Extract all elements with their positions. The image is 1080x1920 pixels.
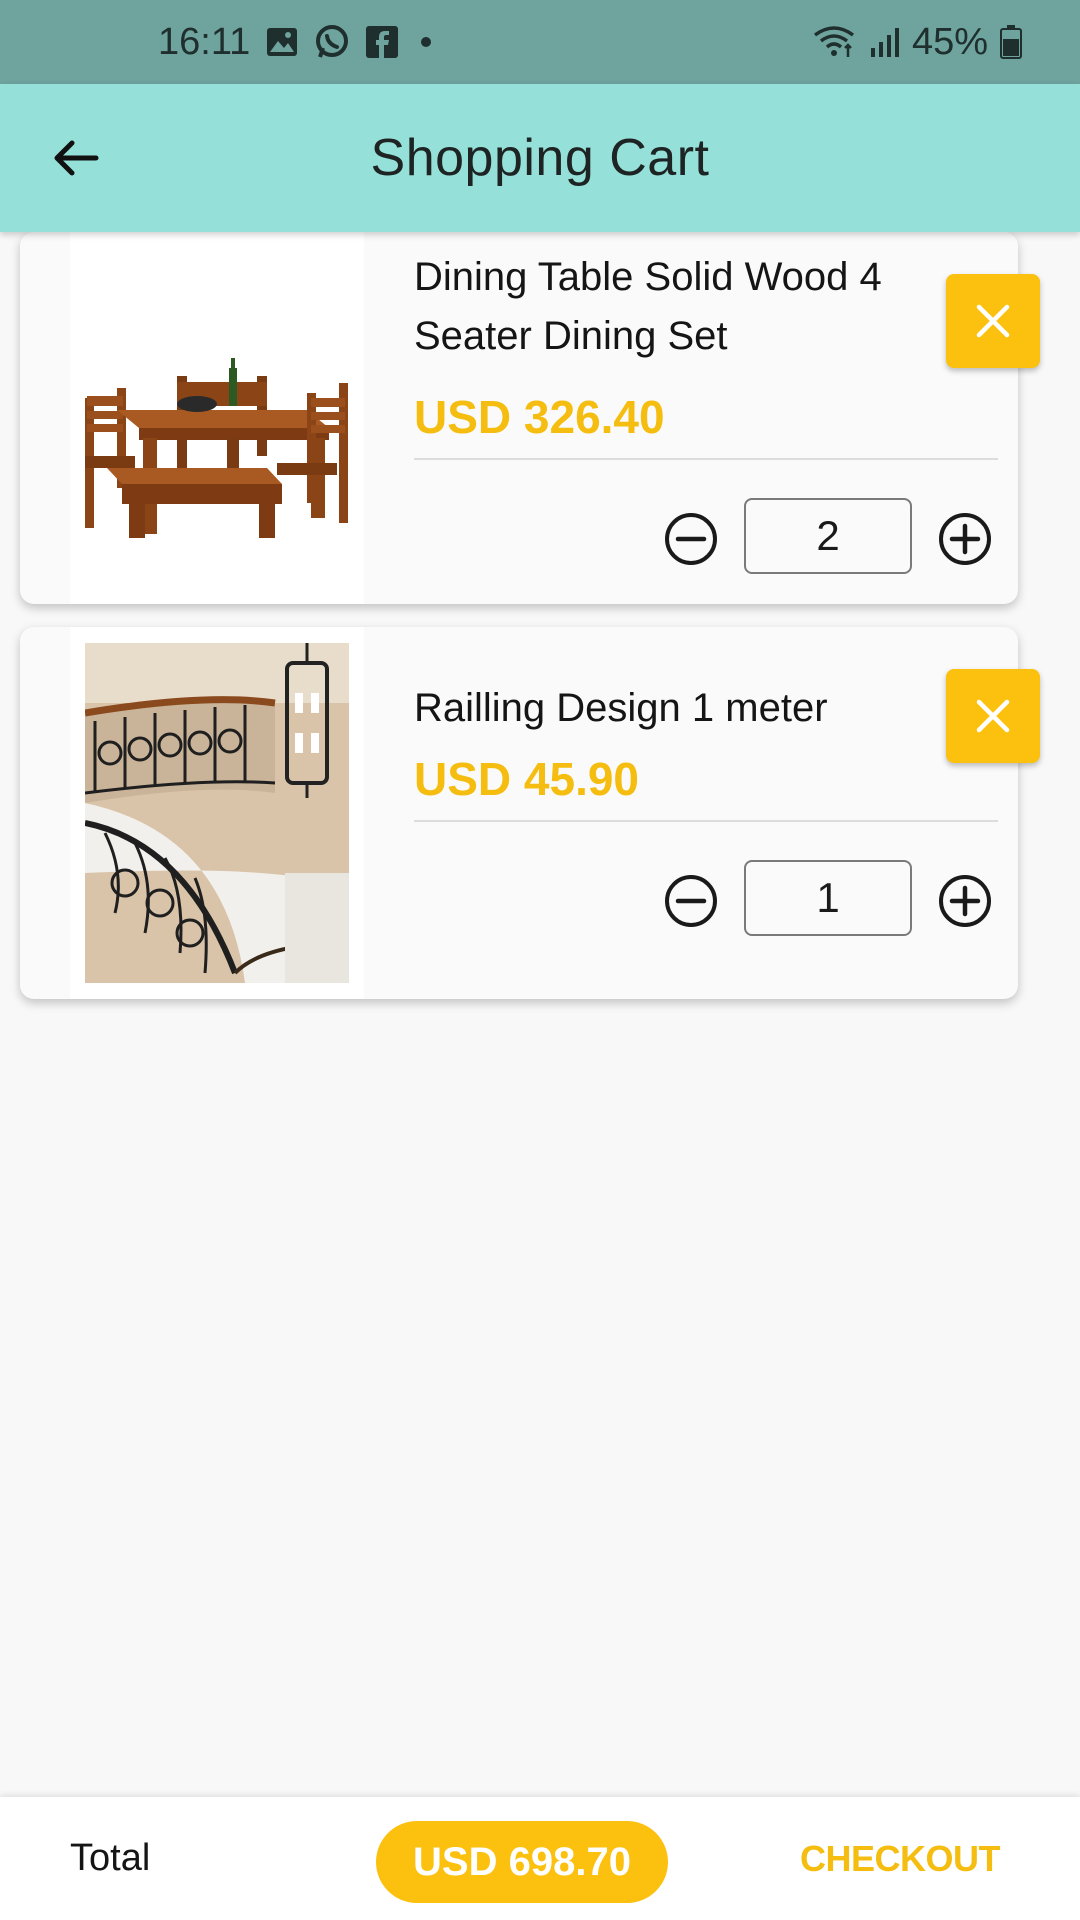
close-icon [976, 304, 1010, 338]
checkout-bar: Total USD 698.70 CHECKOUT [0, 1797, 1080, 1920]
quantity-input[interactable]: 2 [744, 498, 912, 574]
checkout-button[interactable]: CHECKOUT [790, 1797, 1010, 1920]
product-name: Dining Table Solid Wood 4 Seater Dining … [414, 255, 882, 358]
product-name: Railling Design 1 meter [414, 686, 828, 730]
dining-set-illustration [85, 358, 348, 538]
divider [414, 458, 998, 460]
decrease-quantity-button[interactable] [664, 512, 718, 566]
railing-illustration [85, 643, 349, 983]
divider [414, 820, 998, 822]
whatsapp-icon [314, 24, 350, 60]
remove-item-button[interactable] [946, 274, 1040, 368]
plus-circle-icon [939, 875, 991, 927]
status-bar: 16:11 45% [0, 0, 1080, 84]
plus-circle-icon [939, 513, 991, 565]
quantity-stepper: 1 [640, 860, 1000, 940]
product-price: USD 326.40 [414, 391, 665, 443]
status-left: 16:11 [158, 0, 438, 84]
cart-item: Dining Table Solid Wood 4 Seater Dining … [20, 232, 1018, 604]
wifi-icon [812, 25, 858, 59]
facebook-icon [366, 26, 399, 58]
signal-icon [870, 26, 900, 58]
total-amount-badge: USD 698.70 [376, 1821, 668, 1903]
quantity-stepper: 2 [640, 498, 1000, 578]
product-image-railing[interactable] [70, 627, 364, 999]
product-image-dining-set[interactable] [70, 232, 364, 604]
image-icon [266, 27, 298, 57]
page-title: Shopping Cart [370, 129, 710, 187]
remove-item-button[interactable] [946, 669, 1040, 763]
dot-icon [414, 30, 438, 54]
increase-quantity-button[interactable] [938, 874, 992, 928]
cart-item: Railling Design 1 meter USD 45.90 1 [20, 627, 1018, 999]
quantity-input[interactable]: 1 [744, 860, 912, 936]
back-button[interactable] [36, 118, 116, 198]
product-price: USD 45.90 [414, 753, 640, 805]
app-bar: Shopping Cart [0, 84, 1080, 232]
status-right: 45% [812, 0, 1022, 84]
total-label: Total [70, 1837, 151, 1879]
status-time: 16:11 [158, 20, 251, 63]
arrow-left-icon [54, 140, 99, 176]
decrease-quantity-button[interactable] [664, 874, 718, 928]
minus-circle-icon [665, 513, 717, 565]
battery-percent: 45% [911, 20, 988, 63]
minus-circle-icon [665, 875, 717, 927]
increase-quantity-button[interactable] [938, 512, 992, 566]
battery-icon [1000, 25, 1022, 59]
close-icon [976, 699, 1010, 733]
